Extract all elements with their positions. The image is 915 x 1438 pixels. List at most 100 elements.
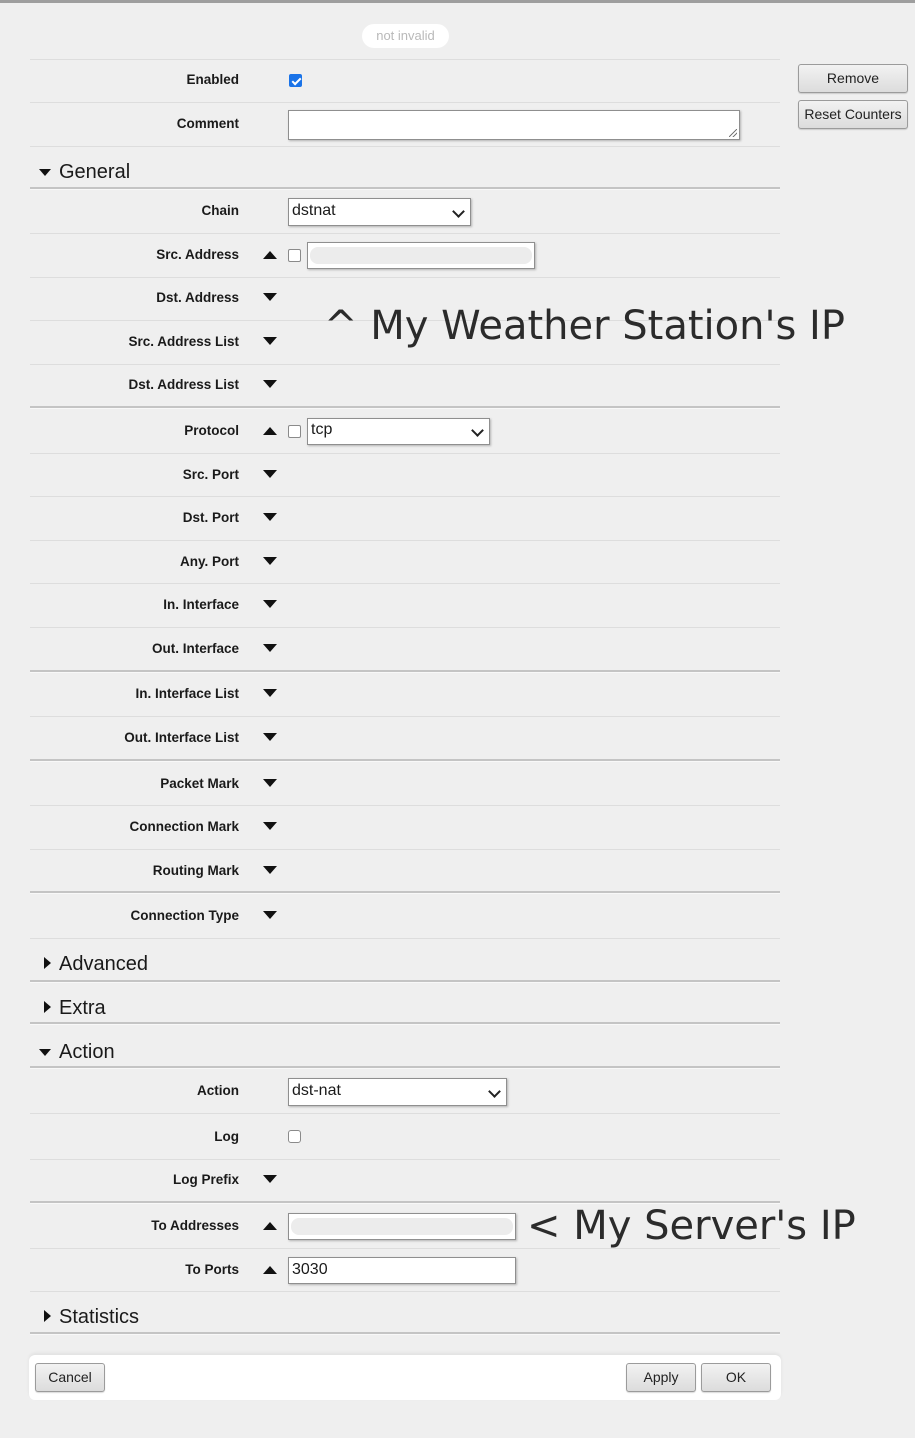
action-select[interactable]: dst-nat	[288, 1078, 507, 1106]
status-badge: not invalid	[362, 24, 449, 48]
enabled-checkbox[interactable]	[289, 74, 302, 87]
out-interface-label: Out. Interface	[151, 641, 239, 656]
expand-right-icon	[44, 1310, 51, 1322]
expand-down-icon[interactable]	[263, 293, 277, 301]
ok-button[interactable]: OK	[701, 1363, 771, 1392]
expand-down-icon	[39, 1049, 51, 1056]
reset-counters-button[interactable]: Reset Counters	[798, 100, 908, 129]
divider	[30, 406, 780, 409]
dst-address-list-label: Dst. Address List	[128, 377, 239, 392]
src-address-input[interactable]	[307, 242, 535, 269]
src-port-row: Src. Port	[30, 454, 780, 496]
connection-type-row: Connection Type	[30, 895, 780, 937]
expand-right-icon	[44, 1001, 51, 1013]
expand-down-icon[interactable]	[263, 557, 277, 565]
resize-handle-icon[interactable]	[729, 129, 737, 137]
out-interface-row: Out. Interface	[30, 628, 780, 670]
out-interface-list-row: Out. Interface List	[30, 717, 780, 759]
dst-port-row: Dst. Port	[30, 497, 780, 539]
chevron-down-icon	[471, 424, 484, 437]
apply-button[interactable]: Apply	[626, 1363, 696, 1392]
expand-down-icon[interactable]	[263, 380, 277, 388]
in-interface-label: In. Interface	[163, 597, 239, 612]
protocol-label: Protocol	[184, 423, 239, 438]
annotation-server: < My Server's IP	[527, 1203, 856, 1249]
src-address-negate-checkbox[interactable]	[288, 249, 301, 262]
section-general-header[interactable]: General	[30, 152, 780, 192]
collapse-up-icon[interactable]	[263, 1222, 277, 1230]
chain-value: dstnat	[292, 202, 336, 219]
packet-mark-label: Packet Mark	[160, 776, 239, 791]
src-port-label: Src. Port	[182, 467, 239, 482]
log-prefix-row: Log Prefix	[30, 1159, 780, 1201]
to-ports-input[interactable]: 3030	[288, 1257, 516, 1284]
chain-label: Chain	[201, 203, 239, 218]
log-checkbox[interactable]	[288, 1130, 301, 1143]
protocol-row: Protocol tcp	[30, 410, 780, 452]
chain-row: Chain dstnat	[30, 190, 780, 232]
dst-address-label: Dst. Address	[156, 290, 239, 305]
expand-right-icon	[44, 957, 51, 969]
expand-down-icon[interactable]	[263, 513, 277, 521]
src-address-label: Src. Address	[156, 247, 239, 262]
routing-mark-row: Routing Mark	[30, 850, 780, 892]
any-port-label: Any. Port	[179, 554, 239, 569]
redacted-value	[310, 247, 532, 264]
remove-button[interactable]: Remove	[798, 64, 908, 93]
redacted-value	[291, 1218, 513, 1235]
action-label: Action	[197, 1083, 239, 1098]
routing-mark-label: Routing Mark	[152, 863, 239, 878]
expand-down-icon	[39, 169, 51, 176]
cancel-button[interactable]: Cancel	[35, 1363, 105, 1392]
expand-down-icon[interactable]	[263, 689, 277, 697]
collapse-up-icon[interactable]	[263, 1266, 277, 1274]
in-interface-list-label: In. Interface List	[135, 686, 239, 701]
any-port-row: Any. Port	[30, 541, 780, 583]
divider	[30, 1113, 780, 1114]
collapse-up-icon[interactable]	[263, 427, 277, 435]
log-row: Log	[30, 1116, 780, 1158]
chain-select[interactable]: dstnat	[288, 198, 471, 226]
section-statistics-header[interactable]: Statistics	[30, 1297, 780, 1337]
connection-mark-row: Connection Mark	[30, 806, 780, 848]
src-address-row: Src. Address	[30, 234, 780, 276]
divider	[30, 1291, 780, 1292]
protocol-select[interactable]: tcp	[307, 418, 490, 445]
section-general-label: General	[59, 161, 131, 183]
expand-down-icon[interactable]	[263, 600, 277, 608]
chevron-down-icon	[452, 205, 465, 218]
collapse-up-icon[interactable]	[263, 251, 277, 259]
section-statistics-label: Statistics	[59, 1306, 140, 1328]
in-interface-row: In. Interface	[30, 584, 780, 626]
expand-down-icon[interactable]	[263, 866, 277, 874]
expand-down-icon[interactable]	[263, 822, 277, 830]
packet-mark-row: Packet Mark	[30, 763, 780, 805]
log-label: Log	[214, 1129, 239, 1144]
expand-down-icon[interactable]	[263, 779, 277, 787]
expand-down-icon[interactable]	[263, 911, 277, 919]
action-row: Action dst-nat	[30, 1070, 780, 1112]
log-prefix-label: Log Prefix	[172, 1172, 239, 1187]
expand-down-icon[interactable]	[263, 644, 277, 652]
expand-down-icon[interactable]	[263, 337, 277, 345]
section-advanced-label: Advanced	[59, 953, 148, 975]
dialog-footer: Cancel Apply OK	[29, 1355, 781, 1400]
in-interface-list-row: In. Interface List	[30, 673, 780, 715]
divider	[30, 1332, 780, 1335]
connection-mark-label: Connection Mark	[129, 819, 239, 834]
section-advanced-header[interactable]: Advanced	[30, 944, 780, 984]
to-addresses-input[interactable]	[288, 1213, 516, 1240]
divider	[30, 759, 780, 762]
expand-down-icon[interactable]	[263, 733, 277, 741]
connection-type-label: Connection Type	[130, 908, 239, 923]
expand-down-icon[interactable]	[263, 1175, 277, 1183]
divider	[30, 1022, 780, 1025]
protocol-negate-checkbox[interactable]	[288, 425, 301, 438]
dst-address-list-row: Dst. Address List	[30, 364, 780, 406]
dst-port-label: Dst. Port	[182, 510, 239, 525]
out-interface-list-label: Out. Interface List	[124, 730, 239, 745]
comment-textarea[interactable]	[288, 110, 740, 140]
divider	[30, 980, 780, 983]
src-address-list-label: Src. Address List	[128, 334, 239, 349]
expand-down-icon[interactable]	[263, 470, 277, 478]
